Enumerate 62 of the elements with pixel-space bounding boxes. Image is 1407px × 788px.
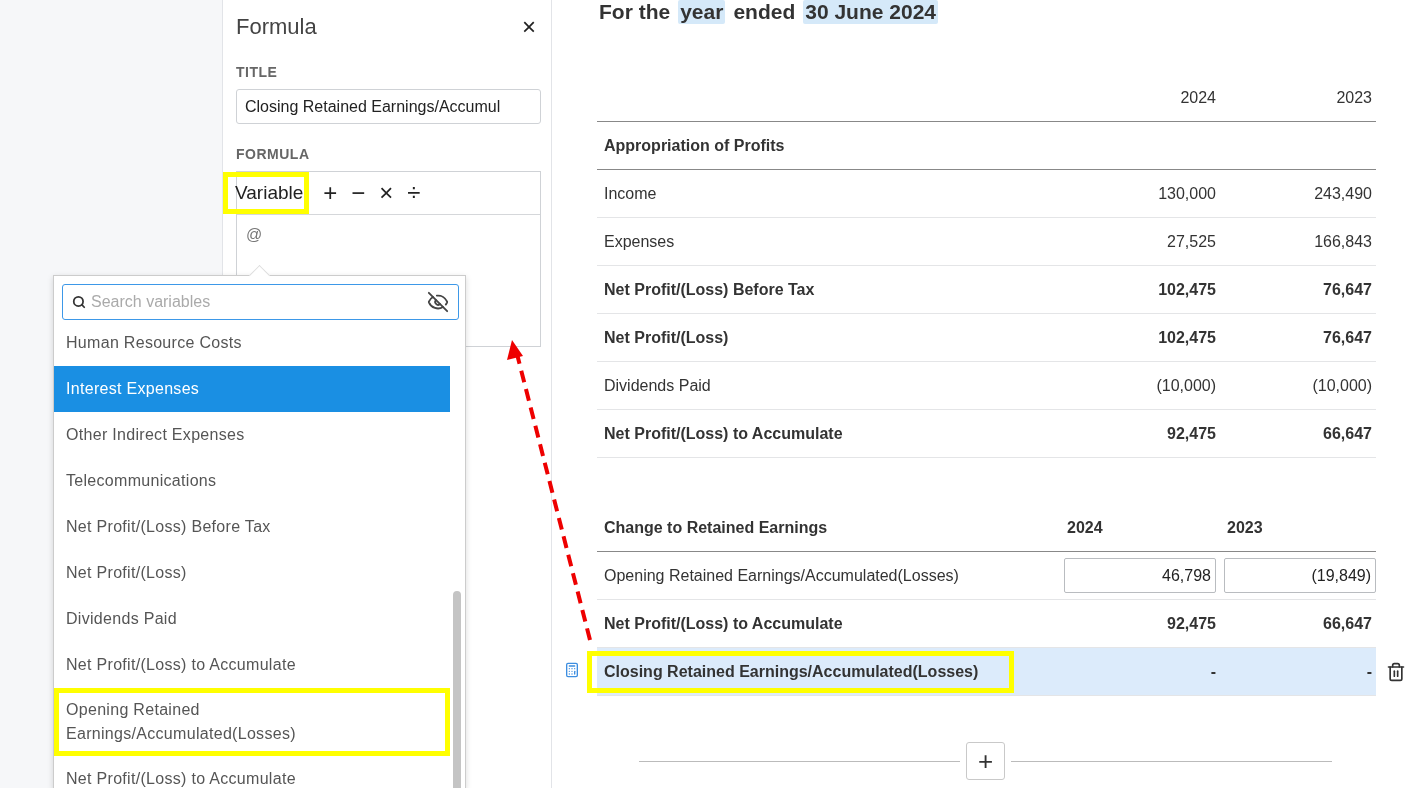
section-title: Change to Retained Earnings: [603, 518, 829, 537]
table-cell-text: 92,475: [1166, 424, 1217, 443]
amount-field[interactable]: 46,798: [1064, 558, 1216, 593]
table-cell-text: 166,843: [1313, 232, 1373, 251]
table-cell-text: 130,000: [1157, 184, 1217, 203]
table-cell-text: 66,647: [1322, 614, 1373, 633]
field-label: TITLE: [236, 64, 279, 80]
menu-item[interactable]: Other Indirect Expenses: [54, 412, 450, 458]
operator-button[interactable]: −: [351, 179, 366, 207]
title-field[interactable]: Closing Retained Earnings/Accumul: [236, 89, 541, 124]
operator-button[interactable]: ÷: [407, 179, 421, 207]
search-icon: [72, 295, 86, 309]
close-button[interactable]: ×: [520, 15, 538, 39]
amount-field[interactable]: (19,849): [1224, 558, 1376, 593]
column-header: 2023: [1226, 518, 1264, 537]
table-cell-text: -: [1209, 662, 1217, 681]
field-label: FORMULA: [236, 146, 311, 162]
row-label: Net Profit/(Loss) Before Tax: [603, 280, 816, 299]
row-label: Expenses: [603, 232, 676, 251]
table-cell-text: (10,000): [1155, 376, 1217, 395]
calculator-icon[interactable]: [564, 662, 580, 678]
table-cell-text: 76,647: [1322, 328, 1373, 347]
table-cell-text: 102,475: [1157, 280, 1217, 299]
table-cell-text: -: [1365, 662, 1373, 681]
heading-text: For the: [598, 0, 672, 24]
operator-button[interactable]: +: [323, 179, 338, 207]
search-field[interactable]: Search variables: [62, 284, 459, 320]
heading-text: year: [678, 0, 726, 24]
menu-item[interactable]: Net Profit/(Loss) Before Tax: [54, 504, 450, 550]
formula-text: @: [246, 226, 263, 244]
table-row[interactable]: Opening Retained Earnings/Accumulated(Losses) 46,798 (19,849): [597, 552, 1376, 600]
menu-item[interactable]: Net Profit/(Loss): [54, 550, 450, 596]
menu-item[interactable]: Dividends Paid: [54, 596, 450, 642]
table-cell-text: 102,475: [1157, 328, 1217, 347]
trash-icon[interactable]: [1386, 662, 1406, 682]
menu-item[interactable]: Net Profit/(Loss) to Accumulate: [54, 642, 450, 688]
table-cell-text: 92,475: [1166, 614, 1217, 633]
table-cell-text: (10,000): [1311, 376, 1373, 395]
table-cell-text: 76,647: [1322, 280, 1373, 299]
scrollbar-thumb[interactable]: [453, 591, 461, 788]
row-label: Net Profit/(Loss): [603, 328, 730, 347]
table-cell-text: 243,490: [1313, 184, 1373, 203]
heading-text: ended: [732, 0, 797, 24]
row-label: Net Profit/(Loss) to Accumulate: [603, 424, 844, 443]
row-label: Net Profit/(Loss) to Accumulate: [603, 614, 844, 633]
column-header: 2024: [1179, 88, 1217, 107]
row-label: Opening Retained Earnings/Accumulated(Losses): [603, 566, 960, 585]
row-label: Income: [603, 184, 658, 203]
eye-off-icon[interactable]: [427, 291, 449, 313]
row-label: Dividends Paid: [603, 376, 712, 395]
panel-title: Formula: [236, 14, 317, 40]
menu-item[interactable]: Opening Retained Earnings/Accumulated(Losses): [54, 688, 450, 756]
operator-button[interactable]: ×: [379, 179, 394, 207]
heading-text: 30 June 2024: [803, 0, 938, 24]
section-title: Appropriation of Profits: [603, 136, 786, 155]
table-cell-text: 66,647: [1322, 424, 1373, 443]
add-button[interactable]: +: [966, 742, 1005, 780]
menu-item[interactable]: Net Profit/(Loss) to Accumulate: [54, 756, 450, 788]
column-header: 2024: [1066, 518, 1104, 537]
menu-item[interactable]: Telecommunications: [54, 458, 450, 504]
table-cell-text: 27,525: [1166, 232, 1217, 251]
column-header: 2023: [1335, 88, 1373, 107]
